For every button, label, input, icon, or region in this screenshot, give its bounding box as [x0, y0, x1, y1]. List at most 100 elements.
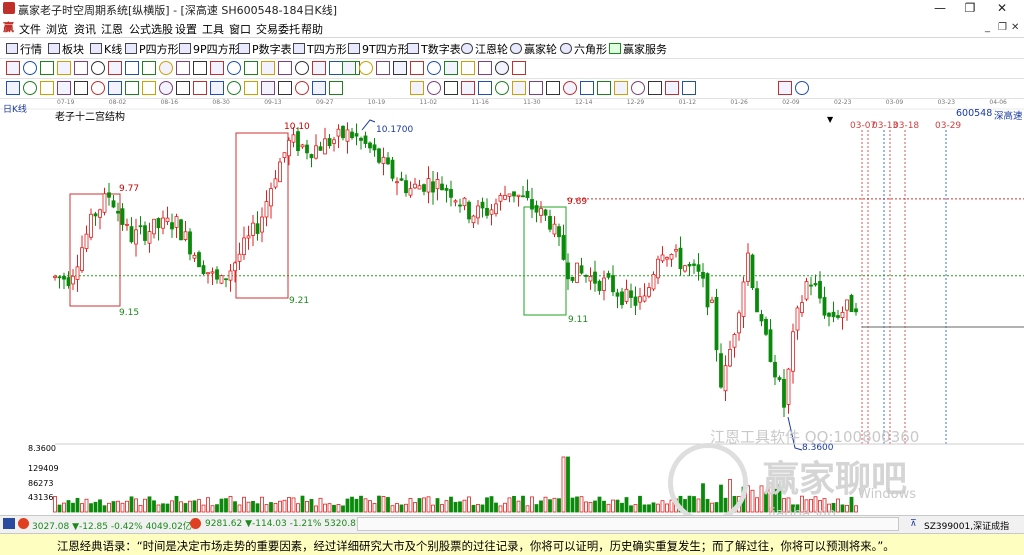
- drawing-tool-icon[interactable]: [23, 61, 37, 75]
- p-number-table-button[interactable]: P数字表: [238, 41, 292, 57]
- drawing-tool-icon[interactable]: [329, 61, 343, 75]
- mdi-close-button[interactable]: ✕: [1011, 22, 1019, 33]
- menu-trade[interactable]: 交易委托: [256, 21, 300, 37]
- drawing-tool-icon[interactable]: [261, 61, 275, 75]
- drawing-tool-icon[interactable]: [444, 81, 458, 95]
- drawing-tool-icon[interactable]: [461, 61, 475, 75]
- drawing-tool-icon[interactable]: [74, 81, 88, 95]
- t-square-button[interactable]: T四方形: [293, 41, 347, 57]
- maximize-button[interactable]: ❐: [955, 0, 985, 18]
- mdi-minimize-button[interactable]: _: [985, 22, 990, 33]
- winner-wheel-button[interactable]: 赢家轮: [510, 41, 557, 57]
- mdi-restore-button[interactable]: ❐: [998, 22, 1007, 33]
- drawing-tool-icon[interactable]: [410, 61, 424, 75]
- drawing-tool-icon[interactable]: [40, 81, 54, 95]
- sector-tool-button[interactable]: 板块: [48, 41, 84, 57]
- drawing-tool-icon[interactable]: [210, 61, 224, 75]
- drawing-tool-icon[interactable]: [529, 81, 543, 95]
- menu-file[interactable]: 文件: [19, 21, 41, 37]
- ticker-scroll[interactable]: [357, 517, 899, 531]
- t-number-table-button[interactable]: T数字表: [407, 41, 461, 57]
- chart-menu-arrow-icon[interactable]: ▼: [827, 115, 833, 124]
- drawing-tool-icon[interactable]: [495, 81, 509, 95]
- drawing-tool-icon[interactable]: [665, 81, 679, 95]
- 9t-square-button[interactable]: 9T四方形: [348, 41, 409, 57]
- drawing-tool-icon[interactable]: [295, 61, 309, 75]
- p-square-button[interactable]: P四方形: [125, 41, 179, 57]
- drawing-tool-icon[interactable]: [108, 81, 122, 95]
- drawing-tool-icon[interactable]: [159, 61, 173, 75]
- winner-service-button[interactable]: 赢家服务: [609, 41, 667, 57]
- drawing-tool-icon[interactable]: [563, 81, 577, 95]
- menu-window[interactable]: 窗口: [229, 21, 251, 37]
- quote-tool-button[interactable]: 行情: [6, 41, 42, 57]
- kline-chart[interactable]: 日K线 老子十二宫结构 ▼ 600548 深高速 9.77 9.15 10.10…: [0, 105, 1024, 523]
- drawing-tool-icon[interactable]: [546, 81, 560, 95]
- drawing-tool-icon[interactable]: [512, 61, 526, 75]
- drawing-tool-icon[interactable]: [23, 81, 37, 95]
- drawing-tool-icon[interactable]: [682, 81, 696, 95]
- drawing-tool-icon[interactable]: [261, 81, 275, 95]
- drawing-tool-icon[interactable]: [57, 61, 71, 75]
- drawing-tool-icon[interactable]: [376, 61, 390, 75]
- drawing-tool-icon[interactable]: [444, 61, 458, 75]
- kline-tool-button[interactable]: K线: [90, 41, 122, 57]
- drawing-tool-icon[interactable]: [159, 81, 173, 95]
- drawing-tool-icon[interactable]: [91, 81, 105, 95]
- drawing-tool-icon[interactable]: [91, 61, 105, 75]
- drawing-tool-icon[interactable]: [495, 61, 509, 75]
- drawing-tool-icon[interactable]: [227, 81, 241, 95]
- drawing-tool-icon[interactable]: [176, 61, 190, 75]
- menu-gann[interactable]: 江恩: [101, 21, 123, 37]
- drawing-tool-icon[interactable]: [210, 81, 224, 95]
- drawing-tool-icon[interactable]: [227, 61, 241, 75]
- drawing-tool-icon[interactable]: [142, 61, 156, 75]
- menu-info[interactable]: 资讯: [74, 21, 96, 37]
- menu-formula[interactable]: 公式选股: [129, 21, 173, 37]
- drawing-tool-icon[interactable]: [108, 61, 122, 75]
- drawing-tool-icon[interactable]: [614, 81, 628, 95]
- drawing-tool-icon[interactable]: [329, 81, 343, 95]
- drawing-tool-icon[interactable]: [312, 81, 326, 95]
- drawing-tool-icon[interactable]: [193, 81, 207, 95]
- minimize-button[interactable]: —: [925, 0, 955, 18]
- drawing-tool-icon[interactable]: [461, 81, 475, 95]
- menu-browse[interactable]: 浏览: [46, 21, 68, 37]
- drawing-tool-icon[interactable]: [410, 81, 424, 95]
- drawing-tool-icon[interactable]: [193, 61, 207, 75]
- menu-help[interactable]: 帮助: [301, 21, 323, 37]
- drawing-tool-icon[interactable]: [478, 81, 492, 95]
- drawing-tool-icon[interactable]: [57, 81, 71, 95]
- drawing-tool-icon[interactable]: [312, 61, 326, 75]
- drawing-tool-icon[interactable]: [278, 81, 292, 95]
- drawing-tool-icon[interactable]: [6, 81, 20, 95]
- drawing-tool-icon[interactable]: [512, 81, 526, 95]
- drawing-tool-icon[interactable]: [244, 61, 258, 75]
- drawing-tool-icon[interactable]: [40, 61, 54, 75]
- gann-wheel-button[interactable]: 江恩轮: [461, 41, 508, 57]
- drawing-tool-icon[interactable]: [125, 61, 139, 75]
- drawing-tool-icon[interactable]: [6, 61, 20, 75]
- drawing-tool-icon[interactable]: [427, 81, 441, 95]
- close-button[interactable]: ✕: [987, 0, 1017, 18]
- drawing-tool-icon[interactable]: [648, 81, 662, 95]
- drawing-tool-icon[interactable]: [125, 81, 139, 95]
- drawing-tool-icon[interactable]: [597, 81, 611, 95]
- drawing-tool-icon[interactable]: [142, 81, 156, 95]
- drawing-tool-icon[interactable]: [295, 81, 309, 95]
- drawing-tool-icon[interactable]: [778, 81, 792, 95]
- drawing-tool-icon[interactable]: [393, 61, 407, 75]
- drawing-tool-icon[interactable]: [244, 81, 258, 95]
- drawing-tool-icon[interactable]: [580, 81, 594, 95]
- drawing-tool-icon[interactable]: [176, 81, 190, 95]
- 9p-square-button[interactable]: 9P四方形: [179, 41, 240, 57]
- drawing-tool-icon[interactable]: [342, 61, 356, 75]
- drawing-tool-icon[interactable]: [278, 61, 292, 75]
- menu-settings[interactable]: 设置: [175, 21, 197, 37]
- drawing-tool-icon[interactable]: [795, 81, 809, 95]
- drawing-tool-icon[interactable]: [359, 61, 373, 75]
- hexagon-button[interactable]: 六角形: [560, 41, 607, 57]
- drawing-tool-icon[interactable]: [631, 81, 645, 95]
- drawing-tool-icon[interactable]: [74, 61, 88, 75]
- menu-tools[interactable]: 工具: [202, 21, 224, 37]
